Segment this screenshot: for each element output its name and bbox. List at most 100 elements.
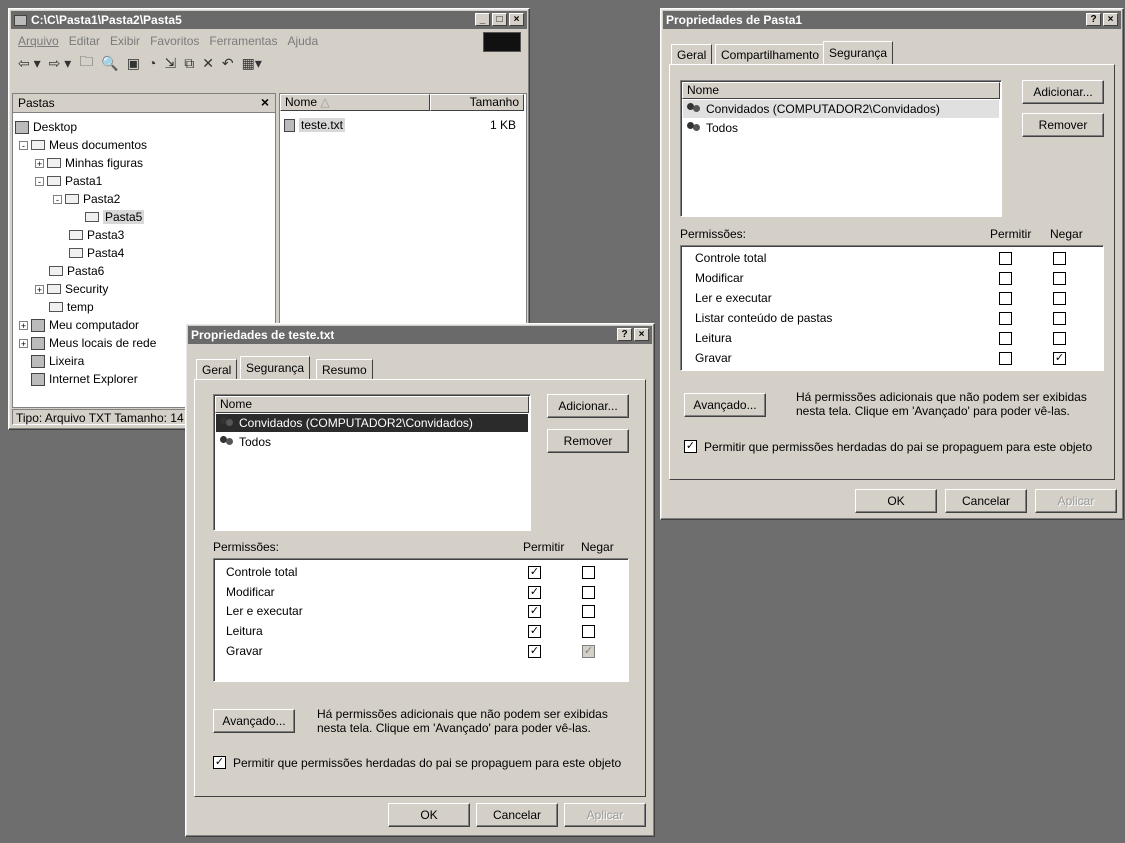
tree-item-internet-explorer[interactable]: Internet Explorer xyxy=(31,370,138,388)
add-button[interactable]: Adicionar... xyxy=(547,394,629,418)
apply-button[interactable]: Aplicar xyxy=(1035,489,1117,513)
menu-favoritos[interactable]: Favoritos xyxy=(150,34,199,48)
menu-ajuda[interactable]: Ajuda xyxy=(287,34,318,48)
menu-exibir[interactable]: Exibir xyxy=(110,34,140,48)
deny-checkbox[interactable] xyxy=(1053,292,1066,305)
back-icon[interactable]: ⇦ ▾ xyxy=(18,55,41,72)
users-list[interactable]: Nome Convidados (COMPUTADOR2\Convidados)… xyxy=(213,394,531,531)
inherit-checkbox[interactable]: ✓ xyxy=(684,440,697,453)
undo-icon[interactable]: ↶ xyxy=(222,55,234,72)
forward-icon[interactable]: ⇨ ▾ xyxy=(49,55,72,72)
tab-seguranca[interactable]: Segurança xyxy=(823,41,894,64)
column-header-size[interactable]: Tamanho xyxy=(430,94,524,111)
ok-button[interactable]: OK xyxy=(855,489,937,513)
cancel-button[interactable]: Cancelar xyxy=(476,803,558,827)
allow-checkbox-checked[interactable]: ✓ xyxy=(528,645,541,658)
add-button[interactable]: Adicionar... xyxy=(1022,80,1104,104)
ok-button[interactable]: OK xyxy=(388,803,470,827)
tree-item-pasta2[interactable]: - Pasta2 xyxy=(53,190,120,208)
folder-dialog-titlebar[interactable]: Propriedades de Pasta1 ? × xyxy=(663,11,1121,29)
name-column-header[interactable]: Nome xyxy=(682,82,1000,99)
inherit-checkbox[interactable]: ✓ xyxy=(213,756,226,769)
tree-item-security[interactable]: + Security xyxy=(35,280,108,298)
folders-close-icon[interactable]: × xyxy=(261,94,269,110)
expand-icon[interactable]: + xyxy=(35,284,44,294)
folders-icon[interactable]: ▣ xyxy=(127,55,140,72)
delete-icon[interactable]: ✕ xyxy=(202,55,214,72)
explorer-titlebar[interactable]: C:\C\Pasta1\Pasta2\Pasta5 _ □ × xyxy=(11,11,527,29)
up-folder-icon[interactable]: 🗀 xyxy=(79,51,93,75)
file-row[interactable]: teste.txt 1 KB xyxy=(284,116,520,134)
deny-checkbox[interactable] xyxy=(1053,252,1066,265)
allow-checkbox-checked[interactable]: ✓ xyxy=(528,586,541,599)
tab-seguranca[interactable]: Segurança xyxy=(240,356,311,379)
apply-button[interactable]: Aplicar xyxy=(564,803,646,827)
remove-button[interactable]: Remover xyxy=(1022,113,1104,137)
tree-item-meus-locais-de-rede[interactable]: + Meus locais de rede xyxy=(19,334,156,352)
cancel-button[interactable]: Cancelar xyxy=(945,489,1027,513)
close-button[interactable]: × xyxy=(509,13,524,26)
deny-checkbox-checked[interactable]: ✓ xyxy=(1053,352,1066,365)
copy-to-icon[interactable]: ⧉ xyxy=(184,55,194,72)
menu-ferramentas[interactable]: Ferramentas xyxy=(209,34,277,48)
user-row-todos[interactable]: Todos xyxy=(216,433,528,451)
deny-checkbox[interactable] xyxy=(1053,312,1066,325)
remove-button[interactable]: Remover xyxy=(547,429,629,453)
allow-checkbox-checked[interactable]: ✓ xyxy=(528,625,541,638)
tree-item-pasta4[interactable]: Pasta4 xyxy=(69,244,124,262)
history-icon[interactable]: ◔ xyxy=(148,55,156,71)
menu-arquivo[interactable]: Arquivo xyxy=(18,34,59,48)
tab-geral[interactable]: Geral xyxy=(196,359,238,379)
expand-icon[interactable]: + xyxy=(19,338,28,348)
tree-item-meu-computador[interactable]: + Meu computador xyxy=(19,316,139,334)
search-icon[interactable]: 🔍 xyxy=(101,55,118,72)
deny-checkbox[interactable] xyxy=(1053,272,1066,285)
tree-item-pasta6[interactable]: Pasta6 xyxy=(49,262,104,280)
allow-checkbox[interactable] xyxy=(999,332,1012,345)
expand-icon[interactable]: + xyxy=(35,158,44,168)
tree-item-temp[interactable]: temp xyxy=(49,298,94,316)
tab-geral[interactable]: Geral xyxy=(671,44,713,64)
advanced-button[interactable]: Avançado... xyxy=(684,393,766,417)
allow-checkbox[interactable] xyxy=(999,352,1012,365)
tree-item-meus-documentos[interactable]: - Meus documentos xyxy=(19,136,147,154)
expand-icon[interactable]: + xyxy=(19,320,28,330)
deny-checkbox[interactable] xyxy=(582,605,595,618)
tab-compartilhamento[interactable]: Compartilhamento xyxy=(715,44,826,64)
tree-item-lixeira[interactable]: Lixeira xyxy=(31,352,84,370)
help-button[interactable]: ? xyxy=(617,328,632,341)
close-button[interactable]: × xyxy=(1103,13,1118,26)
user-row-todos[interactable]: Todos xyxy=(683,119,999,137)
collapse-icon[interactable]: - xyxy=(35,176,44,186)
close-button[interactable]: × xyxy=(634,328,649,341)
collapse-icon[interactable]: - xyxy=(53,194,62,204)
menu-editar[interactable]: Editar xyxy=(69,34,100,48)
user-row-convidados[interactable]: Convidados (COMPUTADOR2\Convidados) xyxy=(216,414,528,432)
tree-item-desktop[interactable]: Desktop xyxy=(15,118,77,136)
deny-checkbox-inherited[interactable]: ✓ xyxy=(582,645,595,658)
users-list[interactable]: Nome Convidados (COMPUTADOR2\Convidados)… xyxy=(680,80,1002,217)
deny-checkbox[interactable] xyxy=(582,625,595,638)
allow-checkbox-checked[interactable]: ✓ xyxy=(528,566,541,579)
tree-item-pasta3[interactable]: Pasta3 xyxy=(69,226,124,244)
advanced-button[interactable]: Avançado... xyxy=(213,709,295,733)
user-row-convidados[interactable]: Convidados (COMPUTADOR2\Convidados) xyxy=(683,100,999,118)
collapse-icon[interactable]: - xyxy=(19,140,28,150)
deny-checkbox[interactable] xyxy=(1053,332,1066,345)
allow-checkbox[interactable] xyxy=(999,312,1012,325)
deny-checkbox[interactable] xyxy=(582,566,595,579)
move-to-icon[interactable]: ⇲ xyxy=(164,55,176,72)
tree-item-pasta1[interactable]: - Pasta1 xyxy=(35,172,102,190)
allow-checkbox-checked[interactable]: ✓ xyxy=(528,605,541,618)
allow-checkbox[interactable] xyxy=(999,252,1012,265)
file-dialog-titlebar[interactable]: Propriedades de teste.txt ? × xyxy=(188,326,652,344)
tab-resumo[interactable]: Resumo xyxy=(316,359,373,379)
tree-item-minhas-figuras[interactable]: + Minhas figuras xyxy=(35,154,143,172)
name-column-header[interactable]: Nome xyxy=(215,396,529,413)
help-button[interactable]: ? xyxy=(1086,13,1101,26)
allow-checkbox[interactable] xyxy=(999,272,1012,285)
column-header-name[interactable]: Nome △ xyxy=(280,94,430,111)
allow-checkbox[interactable] xyxy=(999,292,1012,305)
tree-item-pasta5[interactable]: Pasta5 xyxy=(85,208,145,226)
views-icon[interactable]: ▦▾ xyxy=(242,55,262,72)
